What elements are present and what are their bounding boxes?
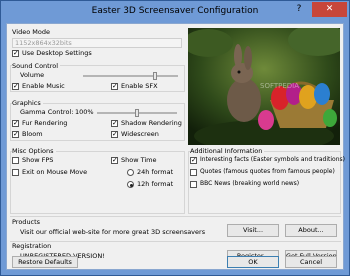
bloom-checkbox[interactable]	[12, 130, 19, 138]
volume-slider[interactable]	[83, 72, 178, 80]
shadow-rendering-checkbox[interactable]	[111, 119, 118, 127]
graphics-title: Graphics	[12, 99, 43, 107]
easter-scene-image: SOFTPEDIA	[188, 28, 340, 145]
enable-music-checkbox[interactable]	[12, 82, 19, 90]
cancel-button[interactable]: Cancel	[285, 256, 337, 268]
show-fps-label: Show FPS	[22, 156, 54, 164]
show-time-checkbox[interactable]	[111, 156, 118, 164]
misc-title: Misc Options	[12, 147, 56, 155]
video-mode-value: 1152x864x32bits	[15, 39, 72, 47]
facts-checkbox[interactable]	[190, 156, 197, 164]
config-window: Easter 3D Screensaver Configuration ? ✕ …	[0, 0, 350, 276]
fur-rendering-label: Fur Rendering	[22, 119, 68, 127]
show-time-label: Show Time	[121, 156, 157, 164]
fur-rendering-checkbox[interactable]	[12, 119, 19, 127]
exit-mouse-checkbox[interactable]	[12, 169, 19, 176]
registration-divider	[10, 241, 341, 242]
additional-title: Additional Information	[190, 147, 265, 155]
quotes-checkbox[interactable]	[190, 169, 197, 176]
restore-defaults-button[interactable]: Restore Defaults	[12, 256, 78, 268]
gamma-value: 100%	[75, 108, 94, 116]
format-24h-radio[interactable]	[127, 169, 134, 176]
bloom-label: Bloom	[22, 130, 43, 138]
gamma-thumb[interactable]	[135, 109, 139, 117]
bbc-checkbox[interactable]	[190, 181, 197, 188]
dialog-body: Video Mode 1152x864x32bits Use Desktop S…	[6, 23, 345, 270]
preview-image: SOFTPEDIA	[188, 28, 340, 145]
close-button[interactable]: ✕	[312, 2, 347, 17]
facts-label: Interesting facts (Easter symbols and tr…	[200, 156, 345, 163]
show-fps-checkbox[interactable]	[12, 157, 19, 164]
video-mode-title: Video Mode	[12, 28, 50, 36]
enable-sfx-checkbox[interactable]	[111, 82, 118, 90]
bbc-label: BBC News (breaking world news)	[200, 180, 300, 187]
format-12h-radio[interactable]	[127, 181, 134, 188]
enable-sfx-label: Enable SFX	[121, 82, 158, 90]
visit-button[interactable]: Visit...	[227, 224, 279, 237]
enable-music-label: Enable Music	[22, 82, 65, 90]
watermark-text: SOFTPEDIA	[260, 82, 299, 90]
ok-button[interactable]: OK	[227, 256, 279, 268]
help-button[interactable]: ?	[287, 2, 311, 17]
use-desktop-checkbox[interactable]	[12, 49, 19, 57]
quotes-label: Quotes (famous quotes from famous people…	[200, 168, 335, 175]
gamma-slider[interactable]	[97, 109, 177, 117]
products-text: Visit our official web-site for more gre…	[20, 228, 206, 236]
format-24h-label: 24h format	[137, 168, 174, 176]
about-button[interactable]: About...	[285, 224, 337, 237]
gamma-label: Gamma Control:	[20, 108, 74, 116]
use-desktop-label: Use Desktop Settings	[22, 49, 92, 57]
exit-mouse-label: Exit on Mouse Move	[22, 168, 88, 176]
volume-label: Volume	[20, 71, 45, 79]
title-bar[interactable]: Easter 3D Screensaver Configuration ? ✕	[1, 1, 349, 23]
registration-title: Registration	[12, 242, 52, 250]
widescreen-checkbox[interactable]	[111, 130, 118, 138]
widescreen-label: Widescreen	[121, 130, 159, 138]
shadow-rendering-label: Shadow Rendering	[121, 119, 182, 127]
volume-thumb[interactable]	[153, 72, 157, 80]
sound-title: Sound Control	[12, 62, 61, 70]
video-mode-select[interactable]: 1152x864x32bits	[12, 38, 182, 48]
format-12h-label: 12h format	[137, 180, 174, 188]
products-title: Products	[12, 218, 41, 226]
